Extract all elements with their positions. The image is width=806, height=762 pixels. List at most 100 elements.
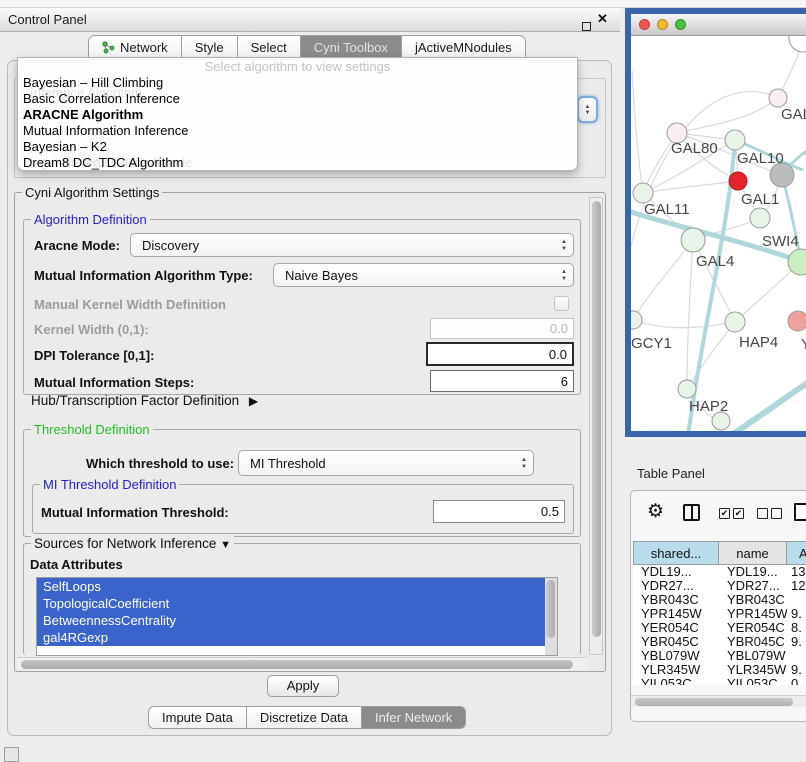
- cell: YLR345W: [633, 663, 719, 677]
- algorithm-definition-title: Algorithm Definition: [31, 212, 150, 227]
- tab-infer-network-label: Infer Network: [375, 710, 452, 725]
- column-header-shared-name[interactable]: shared...: [633, 541, 719, 565]
- mi-threshold-field[interactable]: 0.5: [433, 500, 565, 523]
- apply-button[interactable]: Apply: [267, 675, 339, 697]
- split-columns-icon[interactable]: [683, 504, 700, 521]
- deselect-all-checkboxes-icon[interactable]: [757, 508, 782, 519]
- mi-type-combobox[interactable]: Naive Bayes ▲ ▼: [273, 263, 574, 287]
- node-label: GAL: [781, 106, 806, 123]
- table-row[interactable]: YER054CYER054C8.: [633, 621, 806, 635]
- node-unlabeled[interactable]: [789, 36, 806, 52]
- table-row[interactable]: YDR27...YDR27...12: [633, 579, 806, 593]
- node-gal1[interactable]: [750, 208, 770, 228]
- table-row[interactable]: YBR045CYBR045C9.: [633, 635, 806, 649]
- node-gal-partial[interactable]: [769, 89, 787, 107]
- attribute-item-selected[interactable]: gal4RGexp: [37, 629, 545, 646]
- gear-icon[interactable]: ⚙: [647, 500, 664, 523]
- settings-vscrollbar[interactable]: [589, 197, 603, 655]
- node-hap4[interactable]: [725, 312, 745, 332]
- node-hap2[interactable]: [678, 380, 696, 398]
- unchecked-box-icon: [757, 508, 768, 519]
- aracne-mode-combobox[interactable]: Discovery ▲ ▼: [130, 233, 574, 257]
- close-traffic-button[interactable]: [639, 19, 650, 30]
- kernel-width-label: Kernel Width (0,1):: [34, 322, 149, 337]
- node-label: GAL1: [741, 191, 779, 208]
- attribute-item-selected[interactable]: TopologicalCoefficient: [37, 595, 545, 612]
- manual-kernel-checkbox[interactable]: [554, 296, 569, 311]
- window-float-icon[interactable]: [582, 22, 591, 31]
- node-label: HAP2: [689, 398, 728, 415]
- tab-impute-data-label: Impute Data: [162, 710, 233, 725]
- manual-kernel-label: Manual Kernel Width Definition: [34, 297, 226, 312]
- ghost-default-node-text: gal-filtered sif default node: [40, 155, 192, 170]
- tab-select-label: Select: [251, 36, 287, 60]
- node-red-selected[interactable]: [729, 172, 747, 190]
- kernel-width-field: 0.0: [430, 318, 574, 339]
- list-scrollbar-thumb[interactable]: [546, 580, 555, 638]
- focused-combo-stepper[interactable]: ▲ ▼: [577, 96, 598, 123]
- dpi-tolerance-field[interactable]: 0.0: [426, 342, 574, 366]
- node-gal4[interactable]: [681, 228, 705, 252]
- zoom-traffic-button[interactable]: [675, 19, 686, 30]
- column-header-name[interactable]: name: [719, 541, 787, 565]
- apply-button-label: Apply: [287, 678, 320, 693]
- network-canvas[interactable]: GAL GAL80 GAL10 GAL1 GAL11 SWI4 GAL4 GCY…: [631, 36, 806, 431]
- table-row[interactable]: YPR145WYPR145W9.: [633, 607, 806, 621]
- mi-steps-field[interactable]: 6: [430, 370, 574, 392]
- which-threshold-combobox[interactable]: MI Threshold ▲ ▼: [238, 450, 534, 476]
- algorithm-option[interactable]: Mutual Information Inference: [18, 123, 577, 139]
- cell: 8.: [787, 621, 806, 635]
- settings-vscrollbar-thumb[interactable]: [592, 201, 601, 637]
- mi-type-label: Mutual Information Algorithm Type:: [34, 268, 253, 283]
- node-label: GCY1: [631, 335, 672, 352]
- settings-hscrollbar-thumb[interactable]: [21, 660, 573, 669]
- checked-box-icon: ✔: [733, 508, 744, 519]
- cell: YPR145W: [719, 607, 787, 621]
- tab-network-label: Network: [120, 36, 168, 60]
- node-gal11[interactable]: [633, 183, 653, 203]
- list-scrollbar[interactable]: [545, 578, 557, 656]
- algorithm-option-selected[interactable]: ARACNE Algorithm: [18, 107, 577, 123]
- sources-toggle[interactable]: Sources for Network Inference ▼: [31, 536, 234, 553]
- tab-impute-data[interactable]: Impute Data: [148, 706, 247, 729]
- close-icon[interactable]: ✕: [597, 11, 608, 27]
- attribute-item-selected[interactable]: SelfLoops: [37, 578, 545, 595]
- node-salmon[interactable]: [788, 311, 806, 331]
- node-gal10[interactable]: [725, 130, 745, 150]
- select-all-checkboxes-icon[interactable]: ✔ ✔: [719, 508, 744, 519]
- algorithm-option[interactable]: Bayesian – K2: [18, 139, 577, 155]
- table-panel: ⚙ ✔ ✔ shared... name A YDL19...YDL19...1…: [630, 490, 806, 722]
- hub-definition-toggle[interactable]: Hub/Transcription Factor Definition ▶: [31, 393, 258, 408]
- node-label: SWI4: [762, 233, 799, 250]
- table-row[interactable]: YBL079WYBL079W: [633, 649, 806, 663]
- table-body: YDL19...YDL19...13 YDR27...YDR27...12 YB…: [633, 565, 806, 685]
- table-row[interactable]: YBR043CYBR043C: [633, 593, 806, 607]
- unchecked-box-icon: [771, 508, 782, 519]
- tab-discretize-data[interactable]: Discretize Data: [247, 706, 362, 729]
- minimize-traffic-button[interactable]: [657, 19, 668, 30]
- table-hscrollbar[interactable]: [631, 695, 806, 707]
- tab-infer-network[interactable]: Infer Network: [362, 706, 466, 729]
- table-row-partial[interactable]: YIL053CYIL053C0.: [633, 677, 806, 685]
- dpi-tolerance-label: DPI Tolerance [0,1]:: [34, 348, 154, 363]
- collapsed-panel-icon[interactable]: [4, 747, 19, 762]
- network-window-titlebar[interactable]: [631, 14, 806, 36]
- column-header-partial[interactable]: A: [787, 541, 806, 565]
- tab-style-label: Style: [195, 36, 224, 60]
- cell: 12: [787, 579, 806, 593]
- aracne-mode-label: Aracne Mode:: [34, 238, 120, 253]
- spinner-down-icon: ▼: [521, 464, 527, 470]
- aracne-mode-value: Discovery: [131, 238, 555, 253]
- settings-hscrollbar[interactable]: [17, 657, 587, 670]
- document-icon[interactable]: [794, 503, 806, 521]
- table-row[interactable]: YLR345WYLR345W9.: [633, 663, 806, 677]
- table-hscrollbar-thumb[interactable]: [635, 698, 793, 706]
- cell: YER054C: [633, 621, 719, 635]
- cell: YBR043C: [719, 593, 787, 607]
- combo-stepper-icon: ▲ ▼: [555, 269, 573, 282]
- table-row[interactable]: YDL19...YDL19...13: [633, 565, 806, 579]
- attribute-item-selected[interactable]: BetweennessCentrality: [37, 612, 545, 629]
- node-gcy1[interactable]: [631, 311, 642, 329]
- combo-stepper-icon: ▲ ▼: [515, 457, 533, 470]
- cell: YBL079W: [719, 649, 787, 663]
